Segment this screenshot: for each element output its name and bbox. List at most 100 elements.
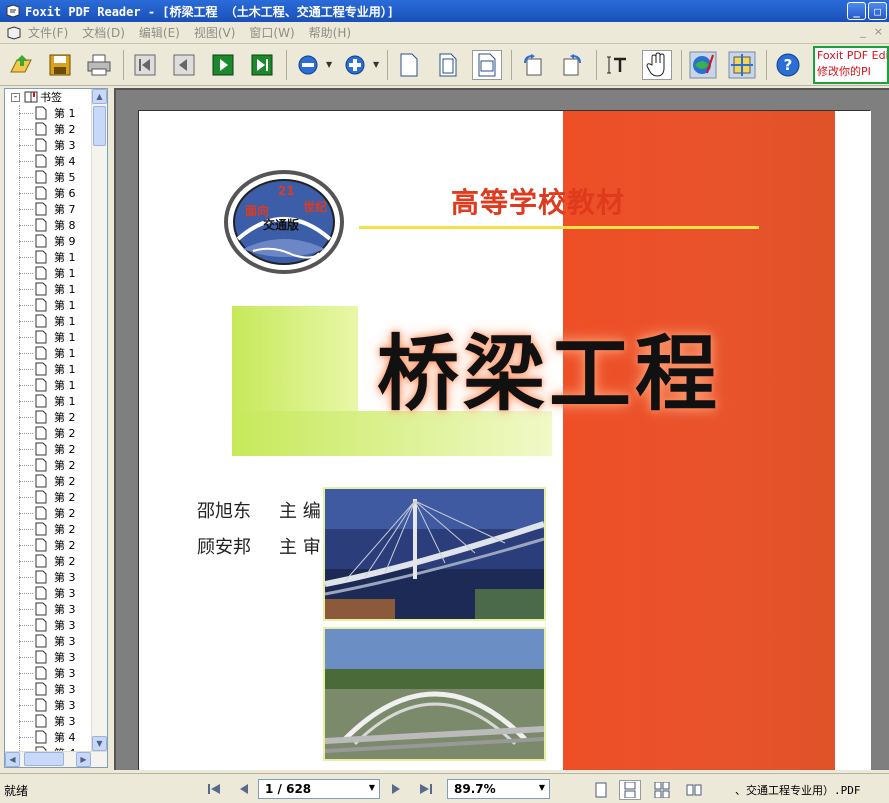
bookmark-item[interactable]: 第 3: [5, 569, 93, 585]
save-icon[interactable]: [45, 50, 75, 80]
bookmark-item[interactable]: 第 3: [5, 665, 93, 681]
scroll-left-icon[interactable]: ◀: [5, 752, 20, 767]
bookmark-item[interactable]: 第 9: [5, 233, 93, 249]
first-page-icon[interactable]: [130, 50, 160, 80]
fit-width-icon[interactable]: [472, 49, 502, 80]
doc-menu-icon[interactable]: [6, 25, 22, 40]
text-select-icon[interactable]: [603, 50, 633, 80]
web-icon[interactable]: [688, 50, 718, 80]
bookmark-item[interactable]: 第 3: [5, 633, 93, 649]
bookmark-item[interactable]: 第 2: [5, 473, 93, 489]
bookmark-item[interactable]: 第 3: [5, 713, 93, 729]
menu-document[interactable]: 文档(D): [82, 24, 125, 41]
scroll-right-icon[interactable]: ▶: [76, 752, 91, 767]
doc-minimize-button[interactable]: _: [860, 25, 866, 38]
bookmark-item[interactable]: 第 2: [5, 441, 93, 457]
status-next-page-icon[interactable]: [388, 782, 404, 796]
bookmark-item[interactable]: 第 3: [5, 585, 93, 601]
next-page-icon[interactable]: [208, 50, 238, 80]
print-icon[interactable]: [84, 50, 114, 80]
bookmark-item[interactable]: 第 3: [5, 649, 93, 665]
bookmark-item-label: 第 2: [54, 427, 76, 440]
zoom-field[interactable]: 89.7% ▼: [447, 779, 550, 799]
bookmark-item[interactable]: 第 2: [5, 425, 93, 441]
bookmark-item[interactable]: 第 8: [5, 217, 93, 233]
menu-file[interactable]: 文件(F): [28, 24, 68, 41]
bookmark-item[interactable]: 第 5: [5, 169, 93, 185]
bookmark-item[interactable]: 第 1: [5, 249, 93, 265]
status-first-page-icon[interactable]: [206, 782, 222, 796]
collapse-icon[interactable]: -: [11, 92, 20, 102]
status-last-page-icon[interactable]: [418, 782, 434, 796]
scroll-up-icon[interactable]: ▲: [92, 89, 107, 104]
menu-edit[interactable]: 编辑(E): [139, 24, 180, 41]
fit-page-icon[interactable]: [433, 50, 463, 80]
bookmark-item[interactable]: 第 2: [5, 537, 93, 553]
document-viewer[interactable]: 面向 21 世纪 交通版 高等学校教材 桥梁工程 邵旭东 主 编 顾安邦 主 审: [114, 88, 889, 770]
zoom-out-dropdown[interactable]: ▼: [326, 60, 336, 69]
hscroll-thumb[interactable]: [24, 752, 64, 766]
actual-size-icon[interactable]: [394, 50, 424, 80]
bookmark-item[interactable]: 第 4: [5, 153, 93, 169]
bookmark-item[interactable]: 第 2: [5, 521, 93, 537]
doc-close-button[interactable]: ×: [874, 25, 883, 38]
bookmark-item[interactable]: 第 7: [5, 201, 93, 217]
bookmark-item[interactable]: 第 2: [5, 121, 93, 137]
bookmark-item[interactable]: 第 3: [5, 617, 93, 633]
bookmark-item[interactable]: 第 2: [5, 505, 93, 521]
bookmark-item[interactable]: 第 1: [5, 361, 93, 377]
bookmarks-vertical-scrollbar[interactable]: ▲ ▼: [91, 89, 107, 751]
scroll-thumb[interactable]: [93, 106, 106, 146]
facing-layout-icon[interactable]: [683, 780, 705, 800]
bookmark-item[interactable]: 第 1: [5, 329, 93, 345]
zoom-in-icon[interactable]: [340, 50, 370, 80]
menu-help[interactable]: 帮助(H): [309, 24, 351, 41]
bookmark-item[interactable]: 第 3: [5, 697, 93, 713]
bookmark-item[interactable]: 第 1: [5, 393, 93, 409]
minimize-button[interactable]: _: [847, 2, 866, 20]
zoom-dropdown-icon[interactable]: ▼: [539, 783, 545, 792]
bookmark-item[interactable]: 第 2: [5, 553, 93, 569]
bookmark-item[interactable]: 第 3: [5, 137, 93, 153]
bookmark-item[interactable]: 第 3: [5, 681, 93, 697]
toolbar-separator: [511, 49, 512, 80]
bookmark-root[interactable]: - 书签: [5, 89, 93, 105]
rotate-left-icon[interactable]: [518, 50, 548, 80]
open-icon[interactable]: [6, 50, 36, 80]
last-page-icon[interactable]: [247, 50, 277, 80]
bookmark-item[interactable]: 第 1: [5, 105, 93, 121]
page-dropdown-icon[interactable]: ▼: [369, 783, 375, 792]
bookmark-item[interactable]: 第 1: [5, 377, 93, 393]
menu-window[interactable]: 窗口(W): [249, 24, 294, 41]
bookmarks-horizontal-scrollbar[interactable]: ◀ ▶: [5, 751, 107, 767]
snapshot-icon[interactable]: [727, 50, 757, 80]
maximize-button[interactable]: □: [868, 2, 887, 20]
bookmark-item-label: 第 3: [54, 139, 76, 152]
page-number-field[interactable]: 1 / 628 ▼: [258, 779, 380, 799]
bookmark-item[interactable]: 第 1: [5, 313, 93, 329]
bookmark-item[interactable]: 第 2: [5, 409, 93, 425]
help-icon[interactable]: ?: [773, 50, 803, 80]
menu-view[interactable]: 视图(V): [194, 24, 236, 41]
bookmark-item[interactable]: 第 1: [5, 297, 93, 313]
prev-page-icon[interactable]: [169, 50, 199, 80]
rotate-right-icon[interactable]: [557, 50, 587, 80]
bookmark-item[interactable]: 第 2: [5, 489, 93, 505]
continuous-layout-icon[interactable]: [619, 780, 641, 800]
zoom-out-icon[interactable]: [293, 50, 323, 80]
bookmark-item[interactable]: 第 3: [5, 601, 93, 617]
bookmark-item[interactable]: 第 1: [5, 345, 93, 361]
continuous-facing-layout-icon[interactable]: [651, 780, 673, 800]
foxit-editor-ad[interactable]: Foxit PDF Edi 修改你的PI: [813, 46, 889, 84]
bookmark-item[interactable]: 第 1: [5, 265, 93, 281]
scroll-down-icon[interactable]: ▼: [92, 736, 107, 751]
bookmark-page-icon: [35, 234, 47, 248]
status-prev-page-icon[interactable]: [236, 782, 252, 796]
zoom-in-dropdown[interactable]: ▼: [373, 60, 383, 69]
bookmark-item[interactable]: 第 4: [5, 729, 93, 745]
bookmark-item[interactable]: 第 6: [5, 185, 93, 201]
single-page-layout-icon[interactable]: [590, 780, 612, 800]
hand-tool-icon[interactable]: [642, 49, 672, 80]
bookmark-item[interactable]: 第 1: [5, 281, 93, 297]
bookmark-item[interactable]: 第 2: [5, 457, 93, 473]
